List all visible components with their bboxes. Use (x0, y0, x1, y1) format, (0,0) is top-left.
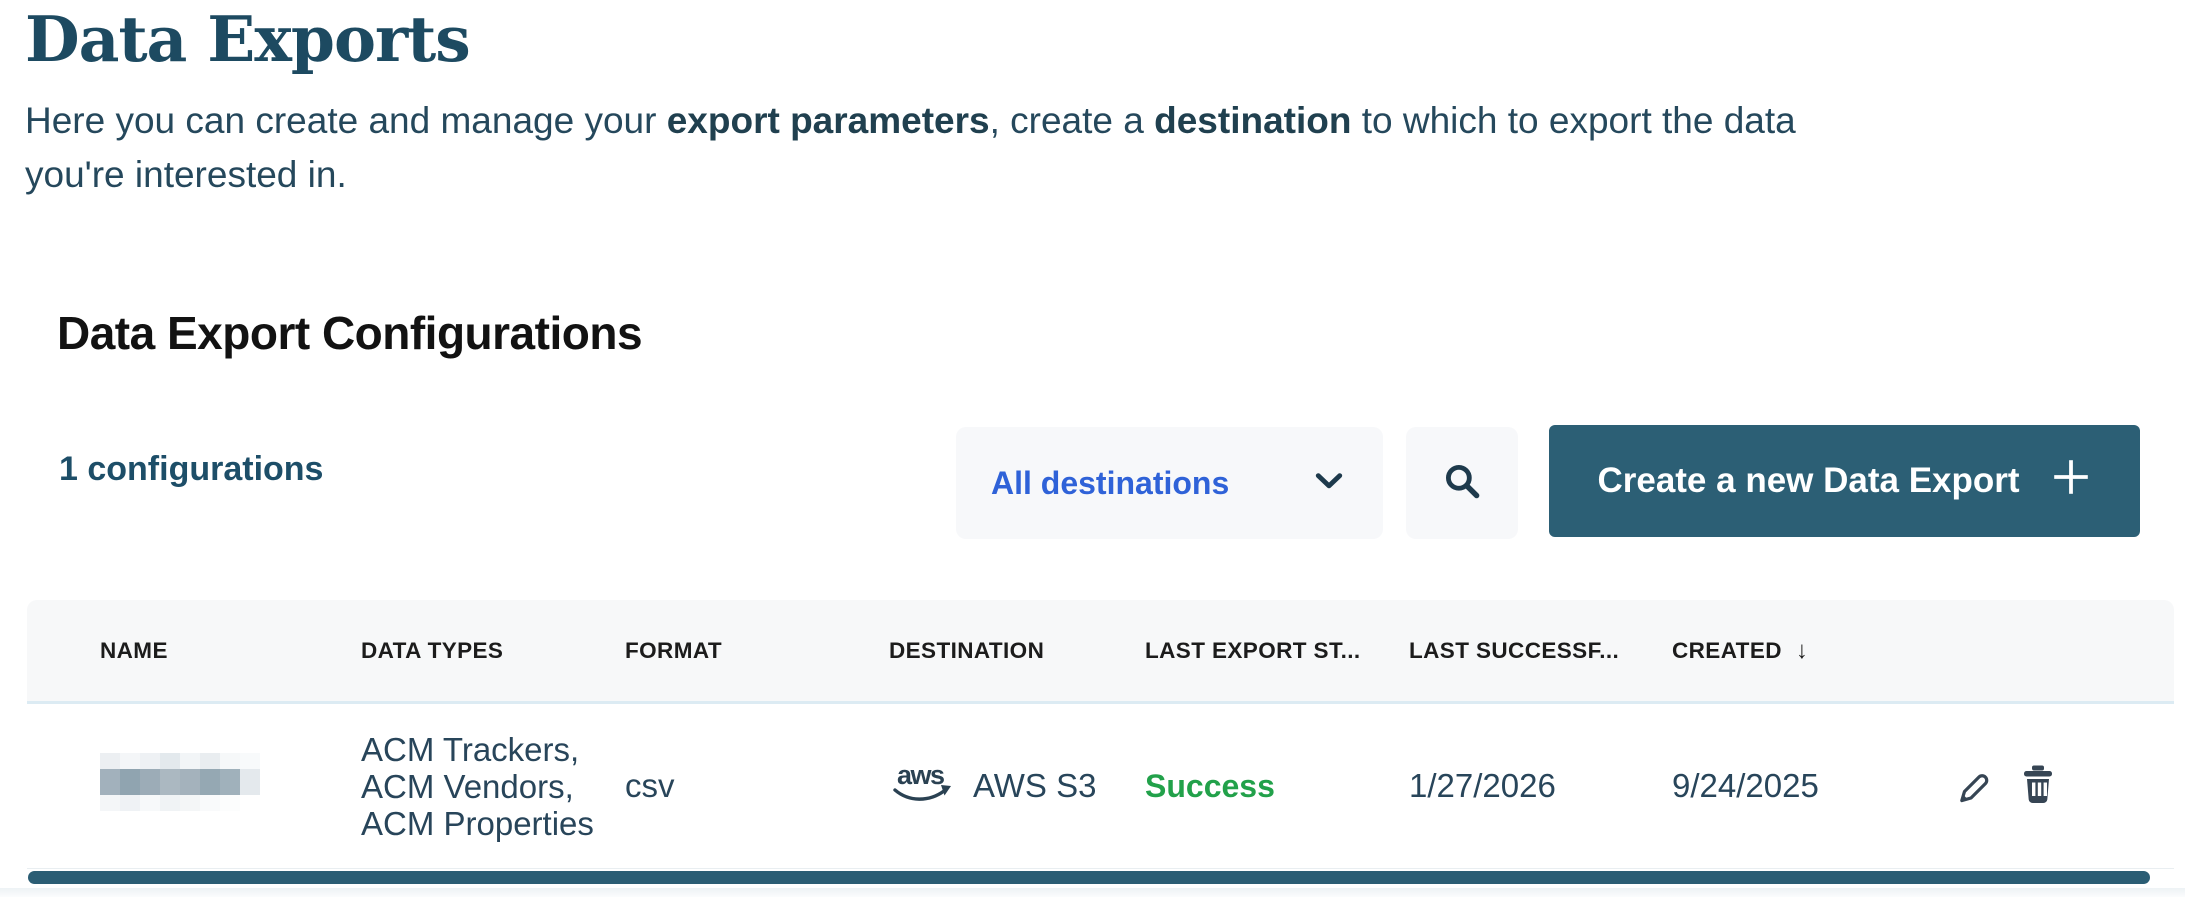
edit-button[interactable] (1948, 759, 1998, 814)
create-export-button[interactable]: Create a new Data Export (1549, 425, 2140, 537)
destination-filter-value: All destinations (991, 465, 1229, 502)
page-subtitle: Here you can create and manage your expo… (25, 94, 1805, 202)
cell-data-types: ACM Trackers, ACM Vendors, ACM Propertie… (361, 731, 606, 842)
cell-last-export-status: Success (1145, 768, 1409, 805)
subtitle-em-destination: destination (1154, 100, 1351, 141)
table-header-row: NAME DATA TYPES FORMAT DESTINATION LAST … (27, 600, 2174, 704)
export-configurations-table: NAME DATA TYPES FORMAT DESTINATION LAST … (27, 600, 2174, 887)
configurations-count: 1 configurations (59, 450, 323, 489)
page-title: Data Exports (25, 2, 470, 76)
sort-descending-icon: ↓ (1796, 637, 1808, 665)
delete-button[interactable] (2014, 759, 2062, 814)
column-header-created[interactable]: CREATED ↓ (1672, 637, 1948, 665)
cell-actions (1948, 759, 2174, 814)
chevron-down-icon (1315, 472, 1343, 495)
aws-logo-icon: aws (889, 757, 955, 815)
column-header-destination[interactable]: DESTINATION (889, 638, 1145, 664)
search-icon (1439, 459, 1485, 508)
cell-created: 9/24/2025 (1672, 767, 1948, 805)
cell-last-successful: 1/27/2026 (1409, 767, 1672, 805)
cell-format: csv (625, 767, 889, 805)
redacted-name-blur (100, 781, 260, 818)
horizontal-scrollbar-track[interactable] (27, 871, 2174, 887)
subtitle-text: you're interested in. (25, 154, 347, 195)
cell-name (100, 753, 361, 819)
subtitle-text: to which to export the data (1351, 100, 1795, 141)
search-button[interactable] (1406, 427, 1518, 539)
horizontal-scrollbar-thumb[interactable] (28, 871, 2150, 884)
trash-icon (2018, 763, 2058, 810)
subtitle-text: , create a (990, 100, 1155, 141)
plus-icon (2050, 456, 2092, 507)
column-header-last-successful[interactable]: LAST SUCCESSF... (1409, 638, 1672, 664)
destination-label: AWS S3 (973, 767, 1096, 805)
section-heading: Data Export Configurations (57, 306, 642, 360)
column-header-format[interactable]: FORMAT (625, 638, 889, 664)
cell-destination: aws AWS S3 (889, 757, 1145, 815)
subtitle-em-export-parameters: export parameters (667, 100, 990, 141)
column-header-last-export-status[interactable]: LAST EXPORT ST... (1145, 638, 1409, 664)
aws-logo-text: aws (897, 760, 944, 790)
destination-filter-dropdown[interactable]: All destinations (956, 427, 1383, 539)
table-row: ACM Trackers, ACM Vendors, ACM Propertie… (27, 704, 2174, 869)
data-exports-page: Data Exports Here you can create and man… (0, 0, 2185, 897)
pencil-icon (1952, 763, 1994, 810)
page-bottom-divider (0, 888, 2185, 897)
create-export-button-label: Create a new Data Export (1597, 461, 2019, 501)
column-header-data-types[interactable]: DATA TYPES (361, 638, 625, 664)
subtitle-text: Here you can create and manage your (25, 100, 667, 141)
column-header-name[interactable]: NAME (100, 638, 361, 664)
